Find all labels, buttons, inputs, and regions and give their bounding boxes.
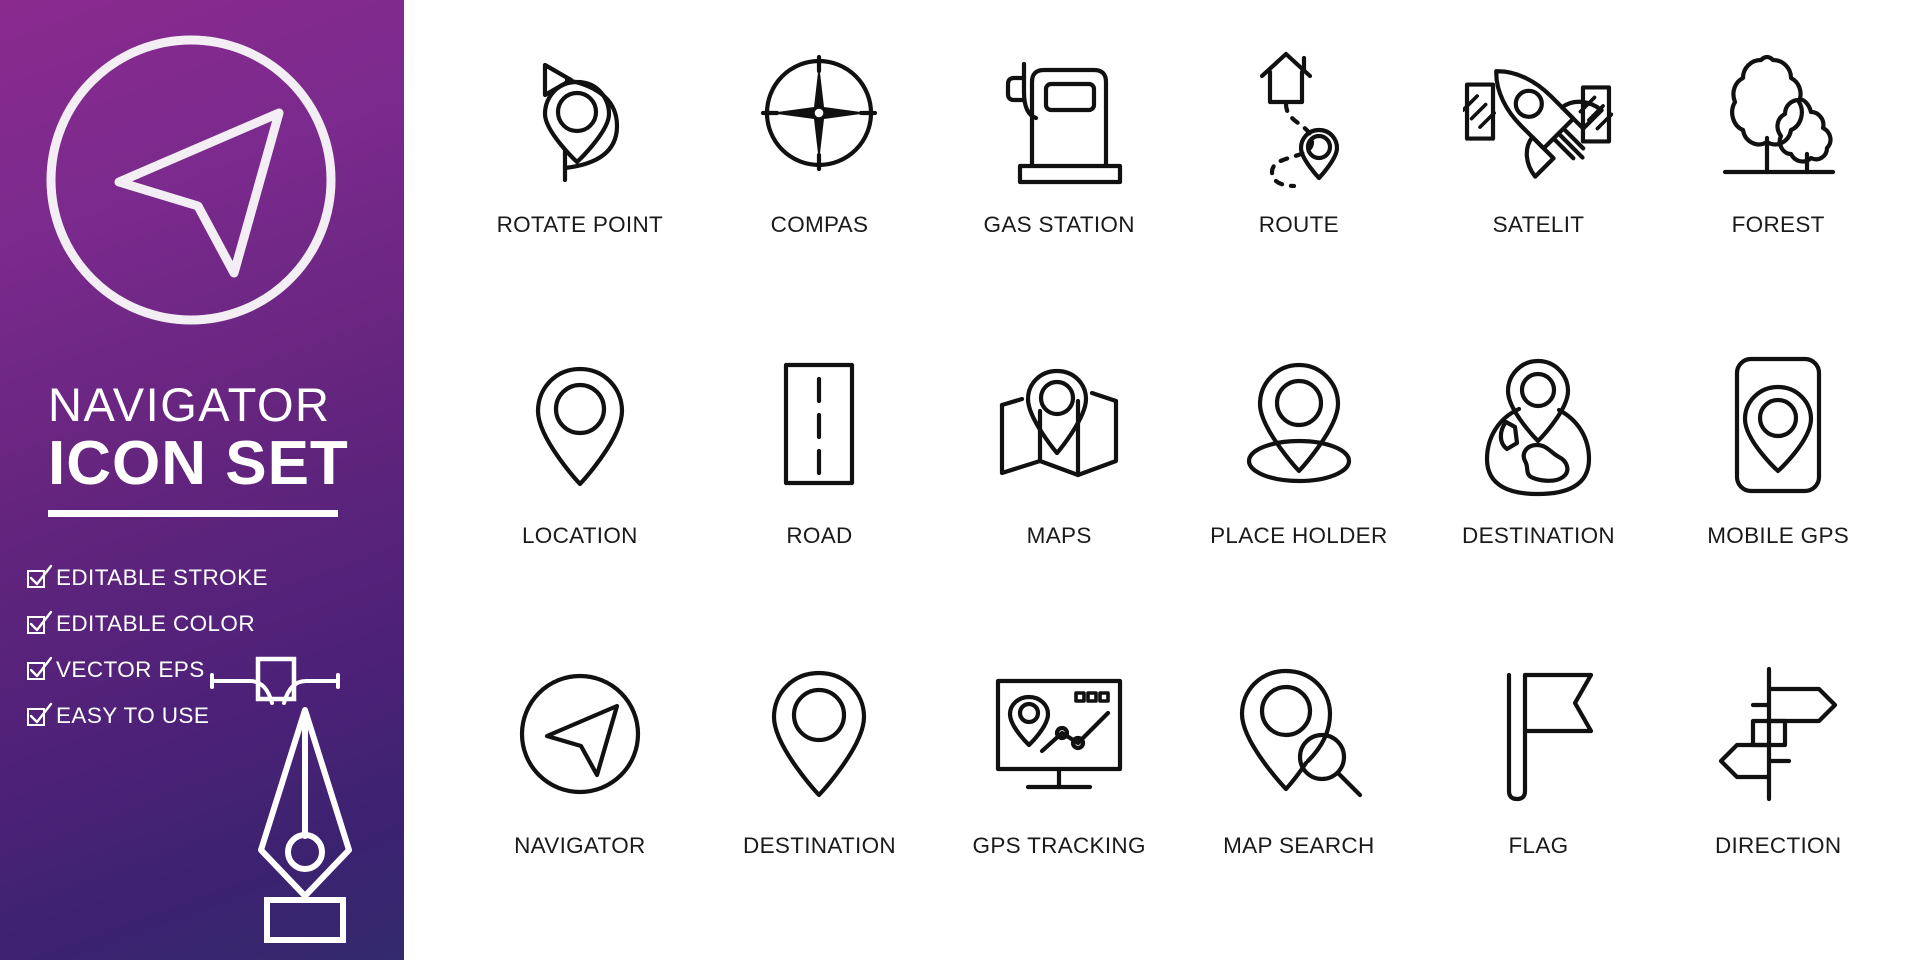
checkbox-checked-icon	[26, 610, 53, 635]
feature-label: EASY TO USE	[56, 703, 210, 728]
location-pin-icon	[460, 329, 700, 519]
icon-cell[interactable]: DESTINATION	[700, 639, 940, 950]
icon-set-poster: NAVIGATOR ICON SET EDITABLE STROKE EDITA…	[0, 0, 1920, 960]
brand-title-line2: ICON SET	[48, 429, 349, 499]
icon-cell[interactable]: ROAD	[700, 329, 940, 640]
globe-destination-icon	[1419, 329, 1659, 519]
icon-grid: ROTATE POINT COMPAS GAS STATION ROUTE SA…	[460, 18, 1898, 950]
icon-cell[interactable]: COMPAS	[700, 18, 940, 329]
icon-cell[interactable]: ROUTE	[1179, 18, 1419, 329]
icon-cell[interactable]: FLAG	[1419, 639, 1659, 950]
feature-item: EDITABLE STROKE	[26, 564, 356, 591]
icon-label: PLACE HOLDER	[1210, 522, 1388, 548]
icon-label: FOREST	[1731, 212, 1825, 237]
brand-sidebar: NAVIGATOR ICON SET EDITABLE STROKE EDITA…	[0, 0, 404, 960]
icon-cell[interactable]: SATELIT	[1419, 18, 1659, 329]
feature-label: EDITABLE COLOR	[56, 611, 255, 636]
navigator-arrow-in-circle-icon	[36, 30, 346, 330]
satellite-icon	[1419, 18, 1659, 208]
brand-divider	[48, 510, 338, 518]
icon-label: GAS STATION	[983, 212, 1135, 237]
icon-cell[interactable]: GPS TRACKING	[939, 639, 1179, 950]
destination-pin-icon	[700, 639, 940, 829]
icon-label: ROUTE	[1258, 212, 1339, 237]
direction-signpost-icon	[1658, 639, 1898, 829]
checkbox-checked-icon	[26, 656, 53, 681]
icon-cell[interactable]: MAPS	[939, 329, 1179, 640]
icon-cell[interactable]: LOCATION	[460, 329, 700, 640]
feature-item: EDITABLE COLOR	[26, 610, 356, 637]
icon-label: NAVIGATOR	[514, 833, 646, 859]
icon-cell[interactable]: FOREST	[1658, 18, 1898, 329]
brand-title-line1: NAVIGATOR	[48, 378, 331, 431]
checkbox-checked-icon	[26, 702, 53, 727]
icon-cell[interactable]: PLACE HOLDER	[1179, 329, 1419, 640]
mobile-gps-icon	[1658, 329, 1898, 519]
flag-icon	[1419, 639, 1659, 829]
forest-trees-icon	[1658, 18, 1898, 208]
place-holder-icon	[1179, 329, 1419, 519]
map-search-icon	[1179, 639, 1419, 829]
icon-cell[interactable]: MAP SEARCH	[1179, 639, 1419, 950]
rotate-point-icon	[460, 18, 700, 208]
route-icon	[1179, 18, 1419, 208]
pen-nib-tool-icon	[245, 700, 365, 950]
folded-map-pin-icon	[939, 329, 1179, 519]
icon-cell[interactable]: NAVIGATOR	[460, 639, 700, 950]
icon-label: ROTATE POINT	[496, 212, 664, 237]
icon-label: MAP SEARCH	[1223, 833, 1375, 859]
icon-cell[interactable]: DIRECTION	[1658, 639, 1898, 950]
feature-label: VECTOR EPS	[56, 657, 205, 682]
brand-title: NAVIGATOR ICON SET	[48, 378, 388, 518]
gas-station-icon	[939, 18, 1179, 208]
checkbox-checked-icon	[26, 564, 53, 589]
feature-label: EDITABLE STROKE	[56, 565, 268, 590]
icon-label: GPS TRACKING	[972, 833, 1146, 859]
icon-label: MAPS	[1026, 522, 1092, 548]
icon-label: FLAG	[1508, 833, 1569, 859]
icon-cell[interactable]: GAS STATION	[939, 18, 1179, 329]
gps-tracking-monitor-icon	[939, 639, 1179, 829]
icon-grid-panel: ROTATE POINT COMPAS GAS STATION ROUTE SA…	[404, 0, 1920, 960]
icon-cell[interactable]: MOBILE GPS	[1658, 329, 1898, 640]
icon-cell[interactable]: DESTINATION	[1419, 329, 1659, 640]
icon-label: DIRECTION	[1714, 833, 1842, 859]
icon-label: LOCATION	[521, 522, 638, 548]
icon-label: ROAD	[786, 522, 853, 548]
navigator-arrow-icon	[460, 639, 700, 829]
icon-label: SATELIT	[1492, 212, 1585, 237]
icon-cell[interactable]: ROTATE POINT	[460, 18, 700, 329]
compass-icon	[700, 18, 940, 208]
icon-label: MOBILE GPS	[1707, 522, 1850, 548]
icon-label: DESTINATION	[1462, 522, 1615, 548]
road-icon	[700, 329, 940, 519]
icon-label: COMPAS	[770, 212, 869, 237]
icon-label: DESTINATION	[743, 833, 896, 859]
